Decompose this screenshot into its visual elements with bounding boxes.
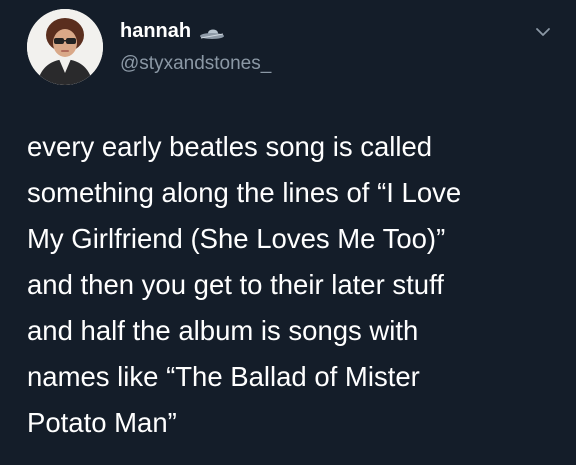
tweet-text-line: every early beatles song is called [27,131,433,162]
display-name[interactable]: hannah [120,20,191,43]
tweet-text-line: and then you get to their later stuff [27,269,444,300]
profile-photo [27,9,103,85]
tweet-text-line: names like “The Ballad of Mister [27,361,420,392]
tweet-text-line: Potato Man” [27,407,177,438]
author-handle[interactable]: @styxandstones_ [120,53,271,75]
tweet-card: hannah @styxandstones_ every early beatl… [0,0,576,465]
chevron-down-icon[interactable] [534,26,552,38]
tweet-text-line: something along the lines of “I Love [27,177,462,208]
tweet-text-line: and half the album is songs with [27,315,419,346]
ufo-icon [199,25,225,39]
tweet-text-line: My Girlfriend (She Loves Me Too)” [27,223,446,254]
avatar[interactable] [27,9,103,85]
author-name-row[interactable]: hannah [120,20,225,43]
tweet-text: every early beatles song is called somet… [27,124,557,446]
